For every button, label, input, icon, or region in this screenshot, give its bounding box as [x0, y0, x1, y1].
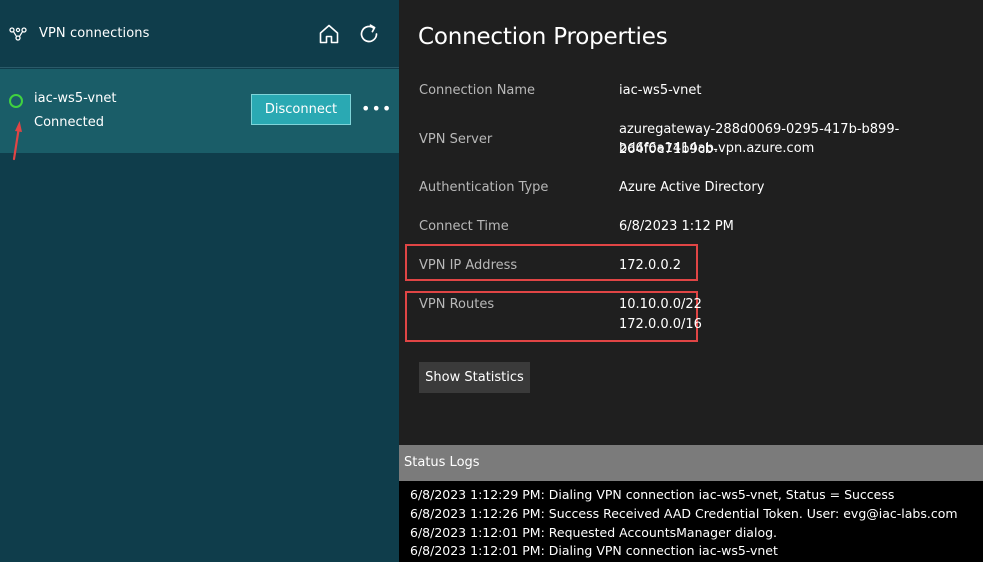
- home-icon[interactable]: [317, 22, 341, 46]
- vpn-routes-label: VPN Routes: [419, 297, 495, 312]
- log-line: 6/8/2023 1:12:26 PM: Success Received AA…: [410, 506, 958, 521]
- status-logs-title: Status Logs: [404, 455, 480, 470]
- vpn-server-value-continued: bd6f6a1414ab.vpn.azure.com: [619, 141, 815, 156]
- vpn-route-2: 172.0.0.0/16: [619, 317, 702, 332]
- connected-status-icon: [9, 94, 23, 108]
- sidebar: VPN connections iac-ws5-vnet Connected D…: [0, 0, 399, 562]
- refresh-icon[interactable]: [357, 22, 381, 46]
- connection-name-label: Connection Name: [419, 83, 536, 98]
- status-logs[interactable]: 6/8/2023 1:12:29 PM: Dialing VPN connect…: [399, 481, 983, 562]
- vpn-ip-address-value: 172.0.0.2: [619, 258, 682, 273]
- vpn-network-icon: [9, 27, 27, 41]
- more-options-icon[interactable]: •••: [361, 96, 391, 122]
- show-statistics-button[interactable]: Show Statistics: [419, 362, 530, 393]
- connect-time-label: Connect Time: [419, 219, 509, 234]
- authentication-type-label: Authentication Type: [419, 180, 549, 195]
- log-line: 6/8/2023 1:12:29 PM: Dialing VPN connect…: [410, 487, 895, 502]
- connect-time-value: 6/8/2023 1:12 PM: [619, 219, 734, 234]
- vpn-server-label: VPN Server: [419, 132, 493, 147]
- vpn-ip-address-label: VPN IP Address: [419, 258, 518, 273]
- disconnect-button[interactable]: Disconnect: [251, 94, 351, 125]
- sidebar-header: VPN connections: [0, 0, 399, 68]
- log-line: 6/8/2023 1:12:01 PM: Requested AccountsM…: [410, 525, 777, 540]
- annotation-arrow-icon: [12, 121, 22, 161]
- status-logs-header: Status Logs: [399, 445, 983, 481]
- connection-name: iac-ws5-vnet: [34, 91, 117, 106]
- app-title: VPN connections: [39, 26, 150, 41]
- authentication-type-value: Azure Active Directory: [619, 180, 765, 195]
- log-line: 6/8/2023 1:12:01 PM: Dialing VPN connect…: [410, 543, 778, 558]
- vpn-route-1: 10.10.0.0/22: [619, 297, 702, 312]
- connection-properties-panel: Connection Properties Connection Name ia…: [399, 0, 983, 445]
- connection-status: Connected: [34, 115, 105, 130]
- connection-list-item[interactable]: iac-ws5-vnet Connected Disconnect •••: [0, 69, 399, 153]
- page-title: Connection Properties: [418, 24, 668, 50]
- connection-name-value: iac-ws5-vnet: [619, 83, 702, 98]
